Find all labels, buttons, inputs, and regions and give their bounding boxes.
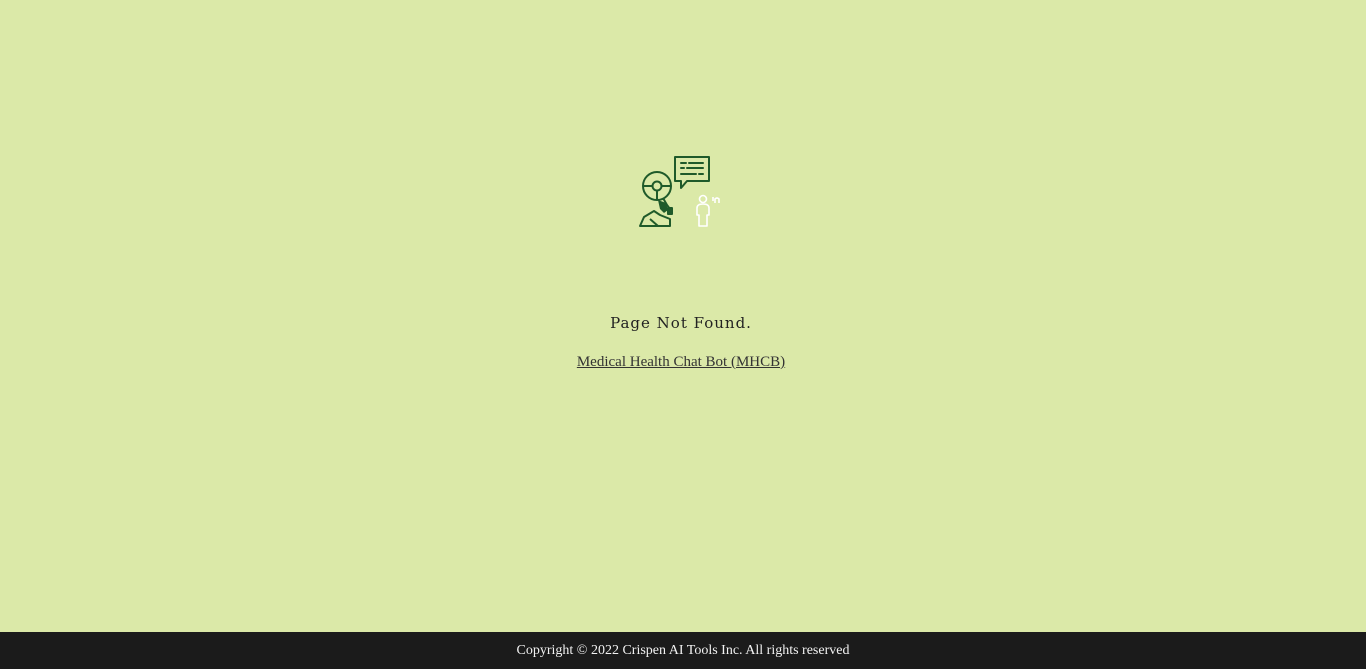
main-content: Page Not Found. Medical Health Chat Bot … — [0, 0, 1366, 632]
robot-doctor-chat-icon — [639, 156, 720, 227]
home-link[interactable]: Medical Health Chat Bot (MHCB) — [577, 354, 785, 370]
copyright-text: Copyright © 2022 Crispen AI Tools Inc. A… — [516, 643, 850, 658]
page-title: Page Not Found. — [610, 314, 752, 332]
home-link-container: Medical Health Chat Bot (MHCB) — [0, 354, 1362, 371]
footer: Copyright © 2022 Crispen AI Tools Inc. A… — [0, 632, 1366, 669]
